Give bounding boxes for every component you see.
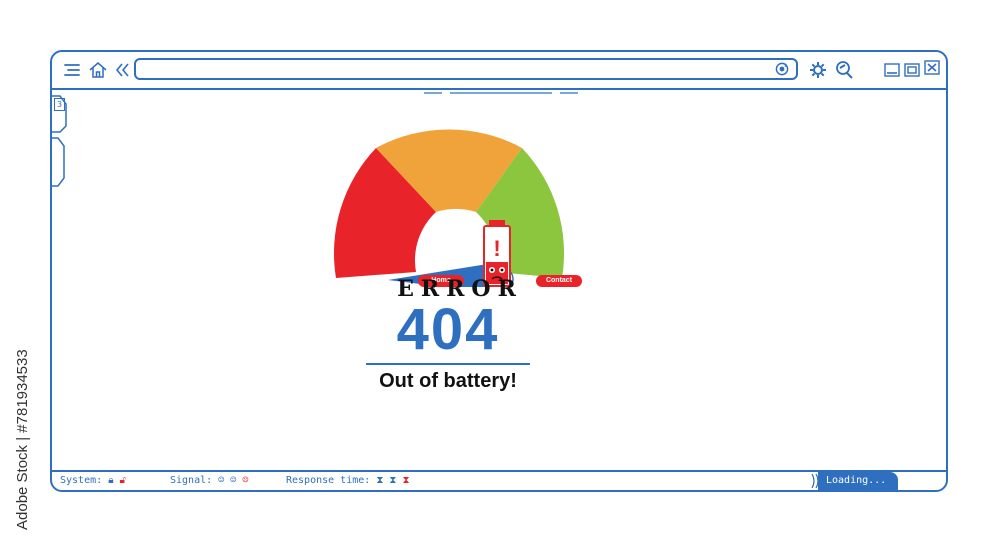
hourglass-icon: ⧗ — [389, 475, 397, 486]
error-underline — [366, 363, 530, 365]
menu-icon[interactable] — [62, 60, 82, 80]
response-label: Response time: — [286, 475, 371, 486]
battery-alert-mark: ! — [493, 236, 501, 261]
signal-label: Signal: — [170, 475, 213, 486]
hourglass-icon: ⧗ — [402, 475, 410, 486]
side-tab-strip: 3 — [50, 92, 68, 222]
loading-indicator: Loading... — [818, 472, 898, 490]
battery-gauge — [333, 129, 565, 287]
system-status: System: 🔒︎ 🔓︎ — [60, 475, 126, 486]
double-chevron-left-icon[interactable] — [112, 60, 132, 80]
hourglass-icon: ⧗ — [376, 475, 384, 486]
close-icon[interactable] — [924, 60, 940, 76]
home-icon[interactable] — [88, 60, 108, 80]
happy-face-icon: ☺ — [218, 475, 225, 486]
lock-icon: 🔒︎ — [108, 475, 114, 486]
stock-credit-text: Adobe Stock | #781934533 — [14, 349, 31, 530]
maximize-icon[interactable] — [904, 62, 920, 78]
refresh-icon[interactable] — [774, 61, 790, 77]
address-input[interactable] — [144, 61, 768, 79]
toolbar-divider-dashes — [424, 92, 578, 94]
toolbar — [52, 52, 946, 90]
status-bar: System: 🔒︎ 🔓︎ Signal: ☺ ☺ ☹ Response tim… — [52, 470, 946, 490]
system-label: System: — [60, 475, 103, 486]
error-code: 404 — [396, 297, 500, 362]
gear-icon[interactable] — [808, 60, 828, 80]
response-status: Response time: ⧗ ⧗ ⧗ — [286, 475, 409, 486]
sad-face-icon: ☹ — [242, 475, 249, 486]
error-message: Out of battery! — [379, 370, 517, 392]
address-bar[interactable] — [134, 58, 798, 80]
contact-button[interactable]: Contact — [536, 275, 582, 287]
side-tab-outline — [52, 95, 67, 187]
side-tab-badge[interactable]: 3 — [54, 98, 65, 111]
unlock-icon: 🔓︎ — [119, 475, 127, 486]
stock-credit: Adobe Stock | #781934533 — [6, 300, 36, 540]
minimize-icon[interactable] — [884, 62, 900, 78]
search-icon[interactable] — [834, 60, 854, 80]
neutral-face-icon: ☺ — [230, 475, 237, 486]
signal-status: Signal: ☺ ☺ ☹ — [170, 475, 248, 486]
